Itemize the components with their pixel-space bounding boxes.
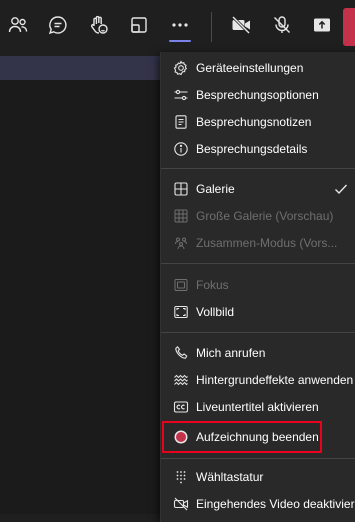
- meeting-toolbar: [0, 0, 355, 54]
- menu-item-live-captions[interactable]: Liveuntertitel aktivieren: [161, 394, 355, 421]
- sliders-icon: [173, 87, 189, 103]
- chat-icon: [47, 14, 69, 41]
- more-actions-button[interactable]: [165, 10, 195, 44]
- camera-off-icon: [230, 14, 252, 41]
- raise-hand-button[interactable]: [84, 10, 114, 44]
- dialpad-icon: [173, 469, 189, 485]
- share-button[interactable]: [307, 10, 337, 44]
- people-icon: [7, 14, 29, 41]
- menu-item-label: Fokus: [196, 278, 229, 292]
- large-gallery-icon: [173, 208, 189, 224]
- menu-divider: [161, 168, 355, 169]
- menu-item-focus: Fokus: [161, 272, 355, 299]
- mic-toggle-button[interactable]: [267, 10, 297, 44]
- menu-divider: [161, 332, 355, 333]
- gallery-icon: [173, 181, 189, 197]
- record-icon: [173, 429, 189, 445]
- menu-item-gallery[interactable]: Galerie: [161, 176, 355, 203]
- menu-item-stop-recording[interactable]: Aufzeichnung beenden: [161, 424, 355, 451]
- phone-icon: [173, 345, 189, 361]
- menu-item-label: Große Galerie (Vorschau): [196, 209, 334, 223]
- menu-item-label: Geräteeinstellungen: [196, 61, 304, 75]
- share-icon: [311, 14, 333, 41]
- menu-item-dialpad[interactable]: Wähltastatur: [161, 464, 355, 491]
- menu-item-label: Besprechungsdetails: [196, 142, 308, 156]
- menu-item-label: Liveuntertitel aktivieren: [196, 400, 319, 414]
- menu-item-device-settings[interactable]: Geräteeinstellungen: [161, 55, 355, 82]
- menu-item-large-gallery: Große Galerie (Vorschau): [161, 203, 355, 230]
- breakout-rooms-button[interactable]: [124, 10, 154, 44]
- menu-item-label: Aufzeichnung beenden: [196, 430, 319, 444]
- menu-divider: [161, 263, 355, 264]
- camera-toggle-button[interactable]: [226, 10, 256, 44]
- mic-off-icon: [271, 14, 293, 41]
- info-icon: [173, 141, 189, 157]
- leave-button[interactable]: [343, 8, 355, 46]
- menu-item-meeting-details[interactable]: Besprechungsdetails: [161, 136, 355, 163]
- toolbar-divider: [211, 12, 212, 42]
- rooms-icon: [128, 14, 150, 41]
- focus-icon: [173, 277, 189, 293]
- more-actions-menu: Geräteeinstellungen Besprechungsoptionen…: [160, 52, 355, 522]
- participants-button[interactable]: [3, 10, 33, 44]
- menu-item-label: Eingehendes Video deaktivieren: [196, 497, 355, 511]
- more-actions-icon: [169, 14, 191, 41]
- menu-item-meeting-options[interactable]: Besprechungsoptionen: [161, 82, 355, 109]
- menu-item-background-effects[interactable]: Hintergrundeffekte anwenden: [161, 367, 355, 394]
- checkmark-icon: [333, 181, 349, 197]
- menu-item-label: Galerie: [196, 182, 235, 196]
- menu-item-meeting-notes[interactable]: Besprechungsnotizen: [161, 109, 355, 136]
- menu-item-together-mode: Zusammen-Modus (Vors...: [161, 230, 355, 257]
- chat-button[interactable]: [43, 10, 73, 44]
- menu-item-call-me[interactable]: Mich anrufen: [161, 340, 355, 367]
- fullscreen-icon: [173, 304, 189, 320]
- notes-icon: [173, 114, 189, 130]
- menu-item-label: Besprechungsnotizen: [196, 115, 312, 129]
- menu-item-label: Vollbild: [196, 305, 235, 319]
- menu-item-label: Mich anrufen: [196, 346, 266, 360]
- menu-divider: [161, 458, 355, 459]
- raise-hand-icon: [88, 14, 110, 41]
- captions-icon: [173, 399, 189, 415]
- together-mode-icon: [173, 235, 189, 251]
- gear-icon: [173, 60, 189, 76]
- menu-item-label: Zusammen-Modus (Vors...: [196, 236, 338, 250]
- menu-item-label: Wähltastatur: [196, 470, 264, 484]
- menu-item-fullscreen[interactable]: Vollbild: [161, 299, 355, 326]
- background-effects-icon: [173, 372, 189, 388]
- menu-item-label: Hintergrundeffekte anwenden: [196, 373, 354, 387]
- video-off-icon: [173, 496, 189, 512]
- menu-item-label: Besprechungsoptionen: [196, 88, 319, 102]
